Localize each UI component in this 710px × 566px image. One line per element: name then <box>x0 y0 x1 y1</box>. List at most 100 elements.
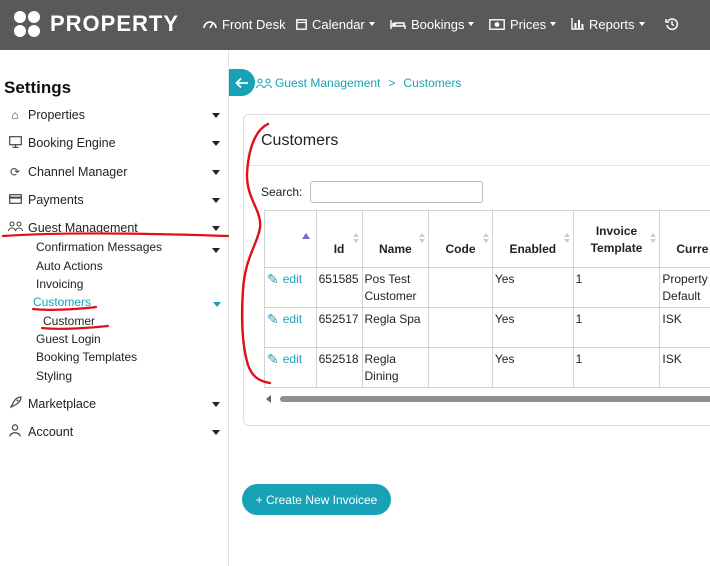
nav-bookings[interactable]: Bookings <box>390 14 475 34</box>
nav-label: Prices <box>510 16 547 32</box>
money-icon <box>489 18 505 30</box>
nav-history[interactable] <box>665 14 679 34</box>
chevron-down-icon <box>212 198 220 203</box>
column-header-currency[interactable]: Curre <box>659 210 710 268</box>
card-icon <box>8 193 22 207</box>
breadcrumb-section-link[interactable]: Guest Management <box>275 76 380 90</box>
sidebar-item-label: Guest Management <box>28 221 138 235</box>
submenu-styling[interactable]: Styling <box>36 369 72 383</box>
user-icon <box>8 424 22 440</box>
submenu-confirmation-messages[interactable]: Confirmation Messages <box>36 240 162 254</box>
table-row: ✎ edit 652518 Regla Dining Yes 1 ISK <box>264 347 710 388</box>
calendar-icon <box>296 19 307 30</box>
cell-invoice-template: 1 <box>572 267 661 308</box>
rocket-icon <box>8 396 22 412</box>
sidebar-item-marketplace[interactable]: Marketplace <box>8 395 222 413</box>
panel-title: Customers <box>261 132 339 149</box>
column-header-code[interactable]: Code <box>428 210 493 268</box>
edit-link[interactable]: ✎ edit <box>267 351 302 368</box>
cell-enabled: Yes <box>491 267 574 308</box>
chevron-down-icon <box>212 226 220 231</box>
cell-enabled: Yes <box>491 307 574 348</box>
cell-currency: ISK <box>659 347 710 388</box>
sidebar-item-label: Properties <box>28 108 85 122</box>
dashboard-icon <box>203 21 217 29</box>
breadcrumb-separator: > <box>388 76 396 90</box>
sidebar-item-guest-management[interactable]: Guest Management <box>7 219 222 237</box>
column-header-actions[interactable] <box>264 210 317 268</box>
pencil-icon: ✎ <box>267 311 279 327</box>
sidebar-item-properties[interactable]: ⌂ Properties <box>8 106 222 124</box>
logo-mark-icon <box>14 11 40 37</box>
nav-calendar[interactable]: Calendar <box>296 14 375 34</box>
sort-icon <box>482 233 489 243</box>
chevron-down-icon <box>550 22 557 26</box>
create-new-invoicee-button[interactable]: + Create New Invoicee <box>242 484 391 515</box>
sort-icon <box>352 233 359 243</box>
sort-ascending-icon <box>302 233 310 239</box>
sidebar-item-label: Payments <box>28 193 84 207</box>
settings-sidebar: Settings ⌂ Properties Booking Engine ⟳ C… <box>0 50 229 566</box>
chevron-down-icon <box>638 22 645 26</box>
sidebar-item-payments[interactable]: Payments <box>8 191 222 209</box>
chevron-down-icon <box>368 22 375 26</box>
users-icon <box>7 221 24 235</box>
cell-currency: ISK <box>659 307 710 348</box>
breadcrumb-current-page[interactable]: Customers <box>403 76 461 90</box>
column-header-invoice-template[interactable]: Invoice Template <box>572 210 661 268</box>
sidebar-item-channel-manager[interactable]: ⟳ Channel Manager <box>8 163 222 181</box>
cell-name: Regla Spa <box>361 307 430 348</box>
sidebar-item-account[interactable]: Account <box>8 423 222 441</box>
sidebar-title: Settings <box>4 78 72 97</box>
chevron-down-icon <box>212 170 220 175</box>
column-header-enabled[interactable]: Enabled <box>491 210 574 268</box>
nav-label: Bookings <box>411 16 465 32</box>
customers-panel: Customers Search: Id Name Code Enabled I… <box>243 114 710 426</box>
submenu-guest-login[interactable]: Guest Login <box>36 332 101 346</box>
submenu-booking-templates[interactable]: Booking Templates <box>36 350 137 364</box>
search-input[interactable] <box>310 181 483 203</box>
top-navbar: PROPERTY Front Desk Calendar Bookings Pr… <box>0 0 710 50</box>
cell-code <box>428 267 493 308</box>
nav-label: Reports <box>589 16 635 32</box>
cell-id: 651585 <box>315 267 363 308</box>
sidebar-item-label: Booking Engine <box>28 136 116 150</box>
scroll-left-arrow-icon[interactable] <box>266 395 271 403</box>
row-action-cell: ✎ edit <box>264 347 317 388</box>
cell-code <box>428 307 493 348</box>
brand-logo[interactable]: PROPERTY <box>14 9 179 39</box>
users-icon <box>256 77 272 88</box>
nav-front-desk[interactable]: Front Desk <box>203 14 286 34</box>
sidebar-item-booking-engine[interactable]: Booking Engine <box>8 134 222 152</box>
submenu-auto-actions[interactable]: Auto Actions <box>36 259 103 273</box>
sort-icon <box>419 233 426 243</box>
search-label: Search: <box>261 185 303 199</box>
row-action-cell: ✎ edit <box>264 267 317 308</box>
horizontal-scrollbar[interactable] <box>266 395 710 403</box>
edit-link[interactable]: ✎ edit <box>267 311 302 328</box>
home-icon: ⌂ <box>11 108 19 122</box>
chevron-down-icon <box>212 402 220 407</box>
back-button[interactable] <box>229 69 255 96</box>
submenu-invoicing[interactable]: Invoicing <box>36 277 83 291</box>
row-action-cell: ✎ edit <box>264 307 317 348</box>
cell-currency: Property Default <box>659 267 710 308</box>
column-header-id[interactable]: Id <box>315 210 363 268</box>
cell-invoice-template: 1 <box>572 307 661 348</box>
nav-prices[interactable]: Prices <box>489 14 557 34</box>
breadcrumb: Guest Management > Customers <box>256 76 461 90</box>
cell-id: 652518 <box>315 347 363 388</box>
history-icon <box>665 18 679 31</box>
cell-name: Regla Dining <box>361 347 430 388</box>
table-header-row: Id Name Code Enabled Invoice Template Cu… <box>264 210 710 268</box>
column-header-name[interactable]: Name <box>361 210 430 268</box>
pencil-icon: ✎ <box>267 351 279 367</box>
chevron-down-icon <box>212 430 220 435</box>
scrollbar-thumb[interactable] <box>280 396 710 402</box>
nav-reports[interactable]: Reports <box>571 14 645 34</box>
cell-code <box>428 347 493 388</box>
edit-link[interactable]: ✎ edit <box>267 271 302 288</box>
submenu-customers[interactable]: Customers <box>33 295 91 309</box>
bed-icon <box>390 19 406 29</box>
submenu-customer[interactable]: Customer <box>43 314 95 328</box>
